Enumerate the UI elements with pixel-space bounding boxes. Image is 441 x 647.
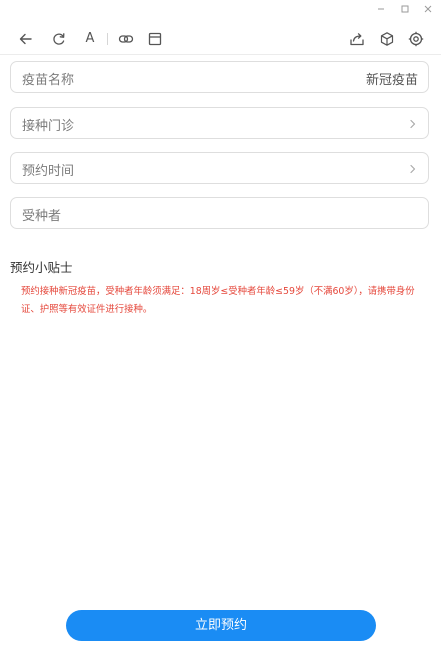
settings-icon[interactable] xyxy=(407,30,425,48)
clinic-label: 接种门诊 xyxy=(22,119,75,134)
tips-body: 预约接种新冠疫苗，受种者年龄须满足：18周岁≤受种者年龄≤59岁（不满60岁），… xyxy=(21,286,415,315)
title-bar xyxy=(0,0,441,18)
link-icon[interactable] xyxy=(117,30,135,48)
back-arrow-icon[interactable] xyxy=(17,30,35,48)
window-icon[interactable] xyxy=(146,30,164,48)
toolbar-divider xyxy=(107,33,108,45)
chevron-right-icon xyxy=(408,161,418,175)
clinic-field[interactable]: 接种门诊 xyxy=(10,107,429,139)
cube-icon[interactable] xyxy=(378,30,396,48)
submit-button[interactable]: 立即预约 xyxy=(66,610,376,641)
recipient-field[interactable]: 受种者 xyxy=(10,197,429,229)
vaccine-name-field[interactable]: 疫苗名称 新冠疫苗 xyxy=(10,61,429,93)
minimize-icon[interactable] xyxy=(374,2,388,16)
chevron-right-icon xyxy=(408,116,418,130)
recipient-label: 受种者 xyxy=(22,209,62,224)
appointment-time-label: 预约时间 xyxy=(22,164,75,179)
refresh-icon[interactable] xyxy=(50,30,68,48)
share-icon[interactable] xyxy=(348,30,366,48)
toolbar: A xyxy=(0,22,441,55)
vaccine-name-label: 疫苗名称 xyxy=(22,73,75,88)
close-icon[interactable] xyxy=(421,2,435,16)
font-icon[interactable]: A xyxy=(81,30,99,48)
maximize-icon[interactable] xyxy=(398,2,412,16)
vaccine-name-value: 新冠疫苗 xyxy=(365,73,418,88)
appointment-time-field[interactable]: 预约时间 xyxy=(10,152,429,184)
tips-title: 预约小贴士 xyxy=(10,260,73,275)
